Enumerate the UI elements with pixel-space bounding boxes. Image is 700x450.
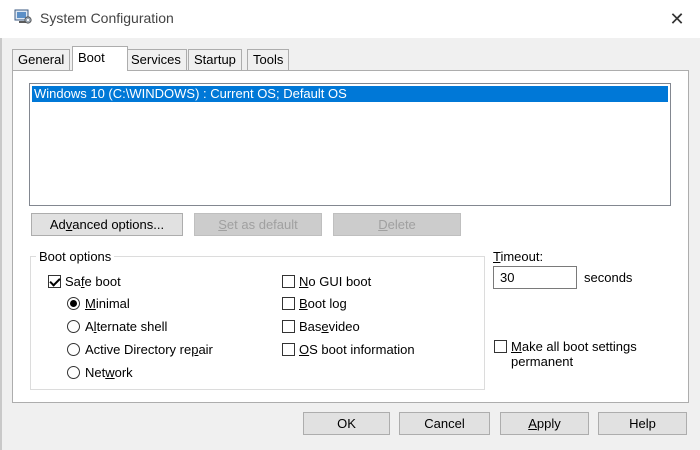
delete-accesskey: D <box>378 217 388 232</box>
network-radio-button[interactable] <box>67 365 80 379</box>
tab-tools[interactable]: Tools <box>247 49 290 70</box>
ad-repair-accesskey: p <box>191 341 199 357</box>
system-configuration-window: System Configuration ✕ General Boot Serv… <box>0 0 700 450</box>
title-bar: System Configuration ✕ <box>0 0 700 38</box>
tab-boot[interactable]: Boot <box>72 46 128 71</box>
advanced-options-button[interactable]: Advanced options... <box>31 213 183 236</box>
safe-boot-label-post: e boot <box>84 273 121 289</box>
set-as-default-button[interactable]: Set as default <box>194 213 322 236</box>
network-label-post: ork <box>114 364 133 380</box>
minimal-accesskey: M <box>85 295 96 311</box>
window-left-edge <box>0 0 2 450</box>
active-directory-repair-radio-button[interactable] <box>67 342 80 356</box>
safe-boot-check-box[interactable] <box>48 274 61 288</box>
timeout-unit-label: seconds <box>584 270 633 285</box>
delete-button[interactable]: Delete <box>333 213 461 236</box>
tab-general[interactable]: General <box>12 49 71 70</box>
make-permanent-accesskey: M <box>511 339 522 354</box>
set-default-label-post: et as default <box>226 217 298 232</box>
os-boot-information-checkbox[interactable]: OS boot information <box>282 341 415 357</box>
ok-button[interactable]: OK <box>303 412 390 435</box>
active-directory-repair-radio[interactable]: Active Directory re p air <box>67 341 213 357</box>
msconfig-app-icon <box>14 9 32 25</box>
tab-startup[interactable]: Startup <box>188 49 242 70</box>
timeout-label: Timeout: <box>493 249 543 264</box>
network-label-pre: Net <box>85 364 106 380</box>
alternate-shell-radio-button[interactable] <box>67 319 80 333</box>
base-video-checkbox[interactable]: Bas e video <box>282 318 360 334</box>
help-button[interactable]: Help <box>598 412 687 435</box>
network-accesskey: w <box>105 364 115 380</box>
base-video-check-box[interactable] <box>282 319 295 333</box>
set-default-accesskey: S <box>218 217 227 232</box>
no-gui-boot-label-post: o GUI boot <box>308 273 372 289</box>
os-boot-info-label-post: S boot information <box>309 341 415 357</box>
alternate-shell-label-pre: A <box>85 318 94 334</box>
base-video-label-pre: Bas <box>299 318 322 334</box>
make-permanent-checkbox[interactable]: Make all boot settings permanent <box>494 339 654 369</box>
os-list-item[interactable]: Windows 10 (C:\WINDOWS) : Current OS; De… <box>32 86 668 102</box>
base-video-label-post: video <box>328 318 360 334</box>
tab-services[interactable]: Services <box>125 49 187 70</box>
os-boot-info-accesskey: O <box>299 341 310 357</box>
apply-button[interactable]: Apply <box>500 412 589 435</box>
ad-repair-label-pre: Active Directory re <box>85 341 192 357</box>
base-video-accesskey: e <box>321 318 329 334</box>
safe-boot-checkbox[interactable]: Sa f e boot <box>48 273 121 289</box>
os-list[interactable]: Windows 10 (C:\WINDOWS) : Current OS; De… <box>29 83 671 206</box>
apply-accesskey: A <box>528 416 537 431</box>
ad-repair-label-post: air <box>198 341 213 357</box>
advanced-options-label-pre: Ad <box>49 217 66 232</box>
safe-boot-label-pre: Sa <box>65 273 81 289</box>
apply-label-post: pply <box>536 416 561 431</box>
minimal-label-post: inimal <box>95 295 130 311</box>
no-gui-boot-checkbox[interactable]: No GUI boot <box>282 273 371 289</box>
make-permanent-check-box[interactable] <box>494 340 507 353</box>
no-gui-boot-accesskey: N <box>299 273 309 289</box>
alternate-shell-label-post: ternate shell <box>96 318 168 334</box>
minimal-radio-button[interactable] <box>67 296 80 310</box>
timeout-input[interactable] <box>493 266 577 289</box>
advanced-options-label-post: anced options... <box>72 217 165 232</box>
boot-options-label: Boot options <box>36 249 115 264</box>
make-permanent-label-post: ake all boot settings permanent <box>511 339 637 369</box>
boot-log-checkbox[interactable]: Boot log <box>282 295 347 311</box>
boot-log-check-box[interactable] <box>282 296 295 310</box>
cancel-button[interactable]: Cancel <box>399 412 490 435</box>
minimal-radio[interactable]: Minimal <box>67 295 130 311</box>
window-title: System Configuration <box>40 10 174 26</box>
alternate-shell-radio[interactable]: Al ternate shell <box>67 318 167 334</box>
timeout-label-post: imeout: <box>500 249 544 264</box>
boot-log-accesskey: B <box>299 295 308 311</box>
make-permanent-label: Make all boot settings permanent <box>511 339 654 369</box>
os-boot-information-check-box[interactable] <box>282 342 295 356</box>
close-icon[interactable]: ✕ <box>654 0 700 38</box>
no-gui-boot-check-box[interactable] <box>282 274 295 288</box>
delete-label-post: elete <box>387 217 416 232</box>
boot-log-label-post: oot log <box>307 295 347 311</box>
network-radio[interactable]: Net w ork <box>67 364 133 380</box>
